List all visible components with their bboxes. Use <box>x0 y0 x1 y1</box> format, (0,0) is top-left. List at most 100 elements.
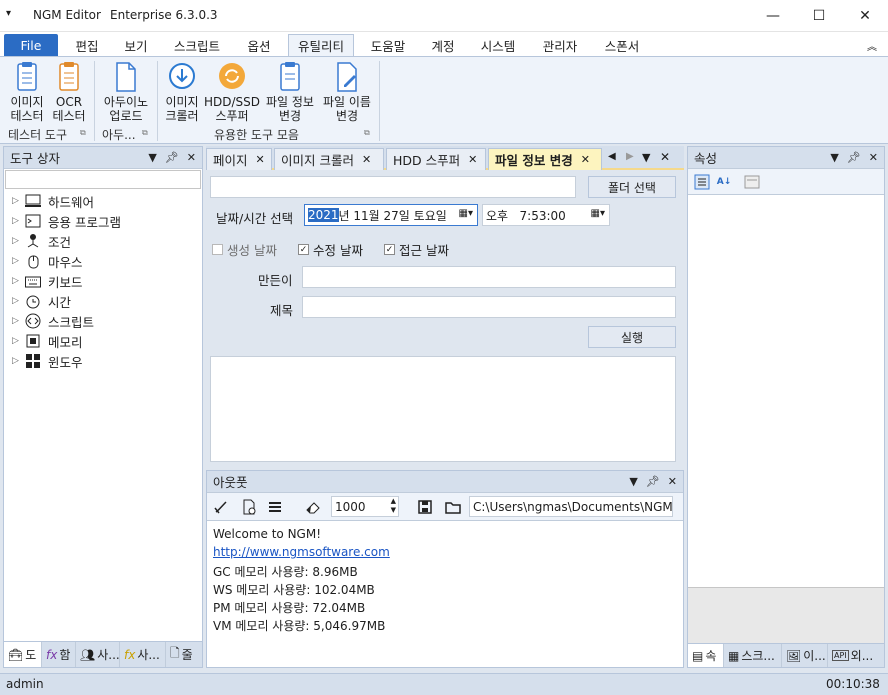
collapse-ribbon-icon[interactable]: ︽ <box>862 34 882 56</box>
tree-item-mouse[interactable]: ▷ 마우스 <box>12 251 83 271</box>
close-button[interactable]: ✕ <box>842 0 888 32</box>
run-button[interactable]: 실행 <box>588 326 676 348</box>
tab-image-crawler[interactable]: 이미지 크롤러 ✕ <box>274 148 384 170</box>
line-count-input[interactable]: 1000 ▲ ▼ <box>331 496 399 517</box>
close-icon[interactable]: ✕ <box>668 475 677 488</box>
close-icon[interactable]: ✕ <box>869 151 878 164</box>
menu-edit[interactable]: 편집 <box>64 34 110 56</box>
close-icon[interactable]: ✕ <box>468 153 477 166</box>
quick-access-dropdown-icon[interactable]: ▾ <box>6 8 11 19</box>
open-folder-icon[interactable] <box>443 497 463 517</box>
expand-arrow-icon[interactable]: ▷ <box>12 196 24 206</box>
sort-alphabetical-icon[interactable]: A↓ <box>714 172 734 192</box>
menu-script[interactable]: 스크립트 <box>164 34 230 56</box>
expand-arrow-icon[interactable]: ▷ <box>12 296 24 306</box>
close-icon[interactable]: ✕ <box>581 153 590 166</box>
tab-list-icon[interactable]: ▼ <box>642 151 650 164</box>
menu-help[interactable]: 도움말 <box>360 34 416 56</box>
image-crawler-button[interactable]: 이미지 크롤러 <box>160 61 204 123</box>
result-textarea[interactable] <box>210 356 676 462</box>
menu-file[interactable]: File <box>4 34 58 56</box>
file-rename-button[interactable]: 파일 이름 변경 <box>318 61 376 123</box>
title-input[interactable] <box>302 296 676 318</box>
clean-icon[interactable] <box>211 497 231 517</box>
tab-lines[interactable]: 🗋︎ 줄 <box>166 642 202 667</box>
toolbox-search-input[interactable] <box>5 170 201 189</box>
tab-external-api[interactable]: API 외... <box>828 644 884 667</box>
tree-item-script[interactable]: ▷ 스크립트 <box>12 311 94 331</box>
creation-date-checkbox[interactable]: 생성 날짜 <box>212 240 277 259</box>
tab-scripts[interactable]: ▦ 스크... <box>724 644 782 667</box>
tree-item-time[interactable]: ▷ 시간 <box>12 291 71 311</box>
tree-item-window[interactable]: ▷ 윈도우 <box>12 351 83 371</box>
expand-arrow-icon[interactable]: ▷ <box>12 236 24 246</box>
output-link[interactable]: http://www.ngmsoftware.com <box>213 545 390 559</box>
dialog-launcher-icon[interactable]: ⧉ <box>142 128 148 138</box>
tab-users-1[interactable]: 👥︎ 사... <box>76 642 120 667</box>
menu-view[interactable]: 보기 <box>112 34 160 56</box>
expand-arrow-icon[interactable]: ▷ <box>12 356 24 366</box>
time-picker[interactable]: 오후 7:53:00 ▦▾ <box>482 204 610 226</box>
date-picker[interactable]: 2021 년 11월 27일 토요일 ▦▾ <box>304 204 478 226</box>
dialog-launcher-icon[interactable]: ⧉ <box>80 128 86 138</box>
calendar-dropdown-icon[interactable]: ▦▾ <box>459 208 473 219</box>
maximize-button[interactable]: ☐ <box>796 0 842 32</box>
expand-arrow-icon[interactable]: ▷ <box>12 276 24 286</box>
tab-file-info-change[interactable]: 파일 정보 변경 ✕ <box>488 148 602 170</box>
minimize-button[interactable]: — <box>750 0 796 32</box>
image-tester-button[interactable]: 이미지 테스터 <box>6 61 48 123</box>
categorized-icon[interactable] <box>692 172 712 192</box>
panel-menu-icon[interactable]: ▼ <box>148 151 156 164</box>
close-icon[interactable]: ✕ <box>256 153 265 166</box>
pin-icon[interactable]: 📌︎ <box>165 151 179 164</box>
dialog-launcher-icon[interactable]: ⧉ <box>364 128 370 138</box>
menu-system[interactable]: 시스템 <box>470 34 526 56</box>
close-icon[interactable]: ✕ <box>362 153 371 166</box>
tree-item-applications[interactable]: ▷ 응용 프로그램 <box>12 211 121 231</box>
accessed-date-checkbox[interactable]: ✓ 접근 날짜 <box>384 240 449 259</box>
spin-buttons-icon[interactable]: ▲ ▼ <box>391 497 396 515</box>
tab-toolbox[interactable]: 🧰︎ 도 <box>4 642 42 667</box>
file-path-input[interactable] <box>210 176 576 198</box>
pin-icon[interactable]: 📌︎ <box>847 151 861 164</box>
expand-arrow-icon[interactable]: ▷ <box>12 316 24 326</box>
property-pages-icon[interactable] <box>742 172 762 192</box>
expand-arrow-icon[interactable]: ▷ <box>12 256 24 266</box>
tab-hdd-spoofer[interactable]: HDD 스푸퍼 ✕ <box>386 148 486 170</box>
output-path-input[interactable]: C:\Users\ngmas\Documents\NGM6\ <box>469 496 673 517</box>
expand-arrow-icon[interactable]: ▷ <box>12 336 24 346</box>
hdd-spoofer-button[interactable]: HDD/SSD 스푸퍼 <box>204 61 260 123</box>
tab-images[interactable]: 🖼︎ 이... <box>782 644 828 667</box>
modified-date-checkbox[interactable]: ✓ 수정 날짜 <box>298 240 363 259</box>
tab-users-2[interactable]: fx 사... <box>120 642 166 667</box>
scroll-right-icon[interactable]: ▶ <box>626 151 634 162</box>
menu-admin[interactable]: 관리자 <box>532 34 588 56</box>
scroll-left-icon[interactable]: ◀ <box>608 151 616 162</box>
tree-item-condition[interactable]: ▷ 조건 <box>12 231 71 251</box>
tab-properties[interactable]: ▤ 속 <box>688 644 724 667</box>
menu-options[interactable]: 옵션 <box>236 34 282 56</box>
menu-account[interactable]: 계정 <box>420 34 466 56</box>
save-icon[interactable] <box>415 497 435 517</box>
panel-menu-icon[interactable]: ▼ <box>830 151 838 164</box>
folder-select-button[interactable]: 폴더 선택 <box>588 176 676 198</box>
panel-menu-icon[interactable]: ▼ <box>629 475 637 488</box>
expand-arrow-icon[interactable]: ▷ <box>12 216 24 226</box>
arduino-upload-button[interactable]: 아두이노 업로드 <box>98 61 154 123</box>
menu-sponsor[interactable]: 스폰서 <box>594 34 650 56</box>
ocr-tester-button[interactable]: OCR 테스터 <box>48 61 90 123</box>
tree-item-hardware[interactable]: ▷ 하드웨어 <box>12 191 94 211</box>
wrap-lines-icon[interactable] <box>265 497 285 517</box>
close-icon[interactable]: ✕ <box>187 151 196 164</box>
pin-icon[interactable]: 📌︎ <box>646 475 660 488</box>
tree-item-keyboard[interactable]: ▷ 키보드 <box>12 271 83 291</box>
tab-page[interactable]: 페이지 ✕ <box>206 148 272 170</box>
close-icon[interactable]: ✕ <box>660 150 670 164</box>
clear-document-icon[interactable] <box>239 497 259 517</box>
eraser-icon[interactable] <box>303 497 323 517</box>
menu-utility[interactable]: 유틸리티 <box>288 34 354 56</box>
file-info-change-button[interactable]: 파일 정보 변경 <box>262 61 318 123</box>
tab-functions[interactable]: fx 함 <box>42 642 76 667</box>
tree-item-memory[interactable]: ▷ 메모리 <box>12 331 83 351</box>
calendar-dropdown-icon[interactable]: ▦▾ <box>591 208 605 219</box>
